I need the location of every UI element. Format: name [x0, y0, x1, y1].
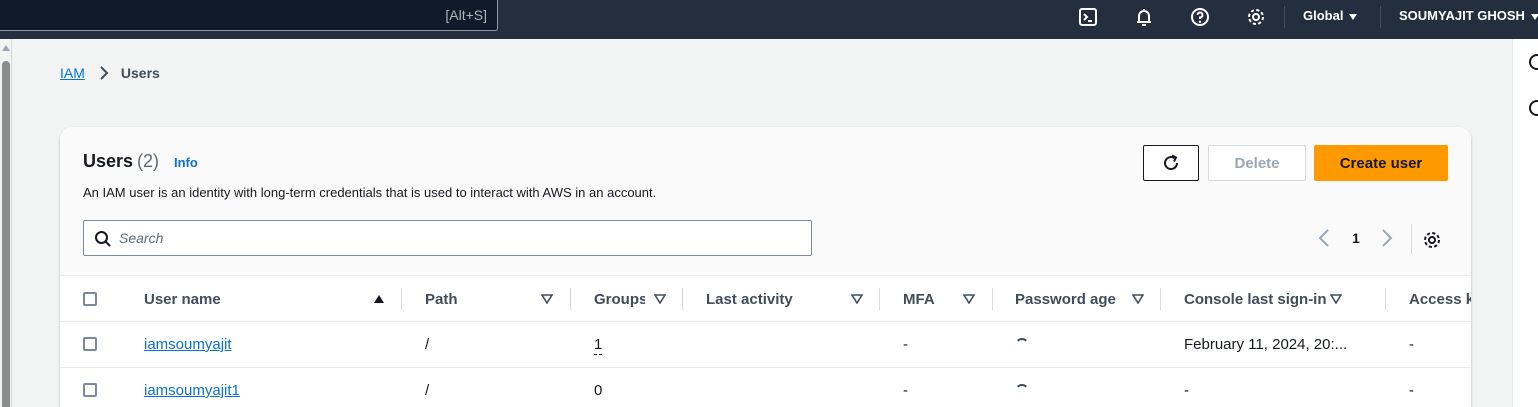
pager-divider — [1411, 224, 1412, 254]
sort-icon[interactable] — [1330, 294, 1342, 304]
column-divider — [992, 288, 993, 310]
chevron-right-icon — [1382, 229, 1393, 247]
search-icon — [95, 231, 111, 247]
cell-groups: 0 — [594, 382, 603, 399]
page-scrollbar[interactable] — [0, 39, 12, 407]
breadcrumb-users: Users — [120, 65, 160, 81]
user-name-link[interactable]: iamsoumyajit — [144, 336, 232, 353]
column-divider — [1160, 288, 1161, 310]
cell-access-key: - — [1409, 382, 1414, 399]
cell-console-last-sign-in: February 11, 2024, 20:... — [1184, 336, 1348, 353]
page-title: Users (2) — [83, 151, 159, 172]
column-header-groups[interactable]: Groups — [594, 276, 645, 322]
search-shortcut-hint: [Alt+S] — [445, 7, 487, 23]
row-checkbox[interactable] — [83, 337, 97, 351]
refresh-icon — [1164, 154, 1179, 171]
sort-icon[interactable] — [654, 294, 666, 304]
cell-console-last-sign-in: - — [1184, 382, 1189, 399]
column-header-password-age[interactable]: Password age — [1015, 276, 1135, 322]
sort-icon[interactable] — [541, 294, 553, 304]
search-input[interactable] — [119, 227, 799, 249]
breadcrumb: IAM Users — [60, 65, 160, 81]
breadcrumb-iam[interactable]: IAM — [60, 65, 85, 81]
column-header-console-last-sign-in[interactable]: Console last sign-in — [1184, 276, 1344, 322]
column-header-mfa[interactable]: MFA — [903, 276, 963, 322]
cell-mfa: - — [903, 382, 908, 399]
top-navigation: [Alt+S] Global SOUMYAJIT GHOSH — [0, 0, 1538, 39]
table-row: iamsoumyajit / 1 - February 11, 2024, 20… — [60, 322, 1471, 368]
search-field[interactable] — [83, 220, 812, 256]
select-all-checkbox[interactable] — [83, 292, 97, 306]
previous-page-button[interactable] — [1318, 228, 1330, 253]
users-table-container: Users (2) Info An IAM user is an identity… — [60, 127, 1471, 407]
nav-divider — [1284, 6, 1285, 28]
user-name-link[interactable]: iamsoumyajit1 — [144, 382, 240, 399]
delete-button[interactable]: Delete — [1208, 145, 1306, 181]
row-checkbox[interactable] — [83, 383, 97, 397]
column-divider — [570, 288, 571, 310]
page-description: An IAM user is an identity with long-ter… — [83, 185, 657, 200]
scrollbar-thumb[interactable] — [2, 61, 10, 407]
info-panel-icon[interactable] — [1529, 54, 1538, 70]
region-label: Global — [1303, 8, 1344, 23]
cloudshell-icon[interactable] — [1077, 6, 1099, 28]
info-link[interactable]: Info — [174, 155, 198, 170]
help-icon[interactable] — [1189, 6, 1211, 28]
region-selector[interactable]: Global — [1303, 8, 1358, 23]
column-divider — [1385, 288, 1386, 310]
caret-down-icon — [1349, 13, 1358, 20]
loading-spinner-icon — [1015, 338, 1029, 352]
caret-down-icon — [1530, 13, 1538, 20]
title-text: Users — [83, 151, 134, 171]
chevron-right-icon — [99, 66, 109, 80]
table-header-row: User name Path Groups Last activity MFA … — [60, 275, 1471, 322]
cell-mfa: - — [903, 336, 908, 353]
account-menu[interactable]: SOUMYAJIT GHOSH — [1399, 8, 1538, 23]
current-page[interactable]: 1 — [1352, 230, 1360, 246]
cell-path: / — [425, 382, 430, 399]
gear-icon — [1424, 232, 1440, 248]
side-tools-panel — [1512, 39, 1538, 407]
settings-icon[interactable] — [1245, 6, 1267, 28]
column-header-user-name[interactable]: User name — [144, 276, 314, 322]
account-name: SOUMYAJIT GHOSH — [1399, 8, 1525, 23]
feedback-icon[interactable] — [1529, 100, 1538, 116]
column-header-last-activity[interactable]: Last activity — [706, 276, 866, 322]
sort-icon[interactable] — [963, 294, 975, 304]
column-header-path[interactable]: Path — [425, 276, 525, 322]
user-count: (2) — [137, 151, 160, 171]
cell-path: / — [425, 336, 430, 353]
nav-divider — [1380, 6, 1381, 28]
refresh-button[interactable] — [1143, 145, 1199, 181]
column-divider — [682, 288, 683, 310]
table-row: iamsoumyajit1 / 0 - - - — [60, 368, 1471, 407]
column-divider — [879, 288, 880, 310]
table-preferences-button[interactable] — [1422, 230, 1442, 255]
cell-access-key: - — [1409, 336, 1414, 353]
sort-ascending-icon[interactable] — [373, 294, 385, 304]
create-user-button[interactable]: Create user — [1314, 145, 1448, 181]
bell-icon[interactable] — [1133, 6, 1155, 28]
global-search-bar[interactable]: [Alt+S] — [0, 0, 498, 31]
sort-icon[interactable] — [851, 294, 863, 304]
column-divider — [401, 288, 402, 310]
chevron-left-icon — [1318, 229, 1329, 247]
loading-spinner-icon — [1015, 384, 1029, 398]
next-page-button[interactable] — [1381, 228, 1393, 253]
sort-icon[interactable] — [1132, 294, 1144, 304]
scroll-up-icon[interactable] — [2, 45, 10, 51]
cell-groups[interactable]: 1 — [594, 336, 603, 355]
column-header-access-key[interactable]: Access k — [1409, 276, 1471, 322]
